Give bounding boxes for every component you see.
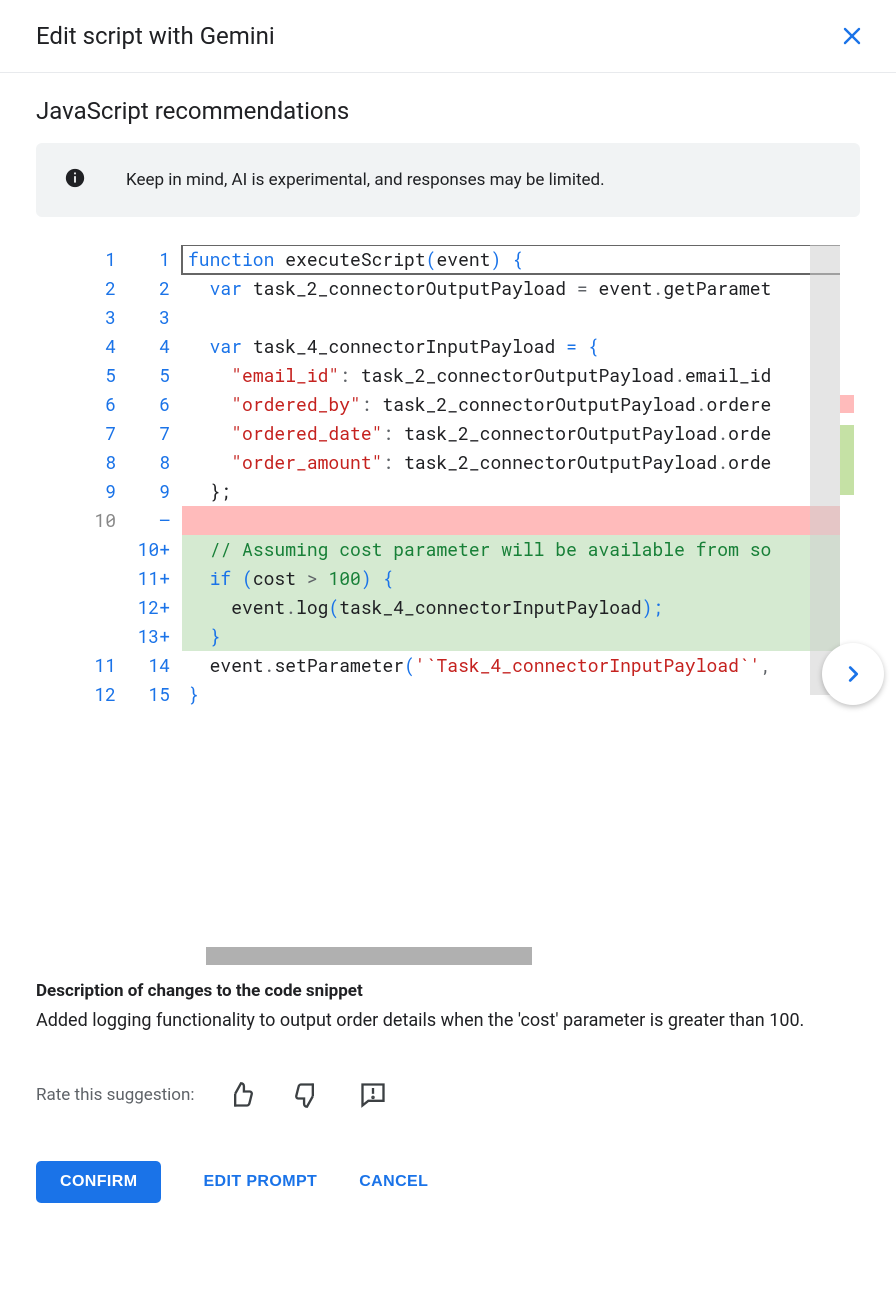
line-number-old: 1 <box>74 245 128 274</box>
diff-row: 66 "ordered_by": task_2_connectorOutputP… <box>74 390 860 419</box>
code-cell[interactable]: "order_amount": task_2_connectorOutputPa… <box>182 448 860 477</box>
line-number-old: 12 <box>74 680 128 709</box>
code-cell[interactable]: "email_id": task_2_connectorOutputPayloa… <box>182 361 860 390</box>
dialog-actions: CONFIRM EDIT PROMPT CANCEL <box>36 1161 860 1203</box>
line-number-new: 10+ <box>128 535 182 564</box>
line-number-new: 8 <box>128 448 182 477</box>
next-change-button[interactable] <box>822 643 884 705</box>
info-banner-text: Keep in mind, AI is experimental, and re… <box>126 170 605 190</box>
diff-row: 12+ event.log(task_4_connectorInputPaylo… <box>74 593 860 622</box>
diff-row: 10+ // Assuming cost parameter will be a… <box>74 535 860 564</box>
line-number-old: 9 <box>74 477 128 506</box>
line-number-old: 5 <box>74 361 128 390</box>
diff-row: 11+ if (cost > 100) { <box>74 564 860 593</box>
code-cell[interactable]: var task_4_connectorInputPayload = { <box>182 332 860 361</box>
line-number-old: 6 <box>74 390 128 419</box>
report-issue-icon <box>359 1081 387 1109</box>
line-number-new: 2 <box>128 274 182 303</box>
code-cell[interactable]: event.log(task_4_connectorInputPayload); <box>182 593 860 622</box>
thumbs-up-icon <box>227 1081 255 1109</box>
overview-ruler[interactable] <box>840 245 860 965</box>
diff-row: 22 var task_2_connectorOutputPayload = e… <box>74 274 860 303</box>
section-title: JavaScript recommendations <box>36 97 860 125</box>
line-number-new: 1 <box>128 245 182 274</box>
line-number-new: 11+ <box>128 564 182 593</box>
close-icon <box>840 24 864 48</box>
rate-label: Rate this suggestion: <box>36 1085 195 1105</box>
line-number-new: 14 <box>128 651 182 680</box>
info-banner: Keep in mind, AI is experimental, and re… <box>36 143 860 217</box>
diff-row: 77 "ordered_date": task_2_connectorOutpu… <box>74 419 860 448</box>
line-number-new: 5 <box>128 361 182 390</box>
diff-row: 1114 event.setParameter('`Task_4_connect… <box>74 651 860 680</box>
diff-area: 11function executeScript(event) {22 var … <box>74 245 860 965</box>
rate-row: Rate this suggestion: <box>36 1075 860 1115</box>
code-cell[interactable] <box>182 506 860 535</box>
line-number-old: 2 <box>74 274 128 303</box>
code-cell[interactable]: function executeScript(event) { <box>182 245 860 274</box>
line-number-old: 11 <box>74 651 128 680</box>
diff-row: 10— <box>74 506 860 535</box>
report-issue-button[interactable] <box>353 1075 393 1115</box>
chevron-right-icon <box>842 663 864 685</box>
line-number-new: 12+ <box>128 593 182 622</box>
dialog-header: Edit script with Gemini <box>0 0 896 73</box>
horizontal-scrollbar-track[interactable] <box>188 947 840 965</box>
diff-row: 88 "order_amount": task_2_connectorOutpu… <box>74 448 860 477</box>
thumbs-down-button[interactable] <box>287 1075 327 1115</box>
description-title: Description of changes to the code snipp… <box>36 981 860 1001</box>
vertical-scroll-gutter[interactable] <box>810 245 840 695</box>
thumbs-down-icon <box>293 1081 321 1109</box>
code-cell[interactable]: // Assuming cost parameter will be avail… <box>182 535 860 564</box>
line-number-new: 3 <box>128 303 182 332</box>
line-number-old: 4 <box>74 332 128 361</box>
line-number-old: 3 <box>74 303 128 332</box>
line-number-new: 13+ <box>128 622 182 651</box>
diff-row: 33 <box>74 303 860 332</box>
diff-row: 1215} <box>74 680 860 709</box>
line-number-new: 7 <box>128 419 182 448</box>
code-cell[interactable]: } <box>182 680 860 709</box>
line-number-new: 15 <box>128 680 182 709</box>
line-number-new: 6 <box>128 390 182 419</box>
overview-mark-removed <box>840 395 854 413</box>
edit-prompt-button[interactable]: EDIT PROMPT <box>203 1173 317 1191</box>
horizontal-scrollbar-thumb[interactable] <box>206 947 532 965</box>
code-cell[interactable]: if (cost > 100) { <box>182 564 860 593</box>
diff-row: 44 var task_4_connectorInputPayload = { <box>74 332 860 361</box>
code-cell[interactable] <box>182 303 860 332</box>
close-button[interactable] <box>832 16 872 56</box>
line-number-old <box>74 593 128 622</box>
diff-viewer[interactable]: 11function executeScript(event) {22 var … <box>74 245 860 965</box>
diff-row: 55 "email_id": task_2_connectorOutputPay… <box>74 361 860 390</box>
code-cell[interactable]: event.setParameter('`Task_4_connectorInp… <box>182 651 860 680</box>
code-cell[interactable]: "ordered_date": task_2_connectorOutputPa… <box>182 419 860 448</box>
diff-row: 11function executeScript(event) { <box>74 245 860 274</box>
line-number-new: — <box>128 506 182 535</box>
description-body: Added logging functionality to output or… <box>36 1007 846 1035</box>
code-cell[interactable]: "ordered_by": task_2_connectorOutputPayl… <box>182 390 860 419</box>
line-number-old: 10 <box>74 506 128 535</box>
confirm-button[interactable]: CONFIRM <box>36 1161 161 1203</box>
line-number-old: 7 <box>74 419 128 448</box>
overview-mark-added <box>840 425 854 495</box>
cancel-button[interactable]: CANCEL <box>359 1173 428 1191</box>
line-number-old <box>74 564 128 593</box>
line-number-old: 8 <box>74 448 128 477</box>
code-cell[interactable]: } <box>182 622 860 651</box>
thumbs-up-button[interactable] <box>221 1075 261 1115</box>
diff-row: 13+ } <box>74 622 860 651</box>
line-number-old <box>74 622 128 651</box>
line-number-new: 4 <box>128 332 182 361</box>
line-number-new: 9 <box>128 477 182 506</box>
line-number-old <box>74 535 128 564</box>
code-cell[interactable]: }; <box>182 477 860 506</box>
diff-row: 99 }; <box>74 477 860 506</box>
code-cell[interactable]: var task_2_connectorOutputPayload = even… <box>182 274 860 303</box>
info-icon <box>64 167 86 193</box>
dialog-title: Edit script with Gemini <box>36 22 275 50</box>
